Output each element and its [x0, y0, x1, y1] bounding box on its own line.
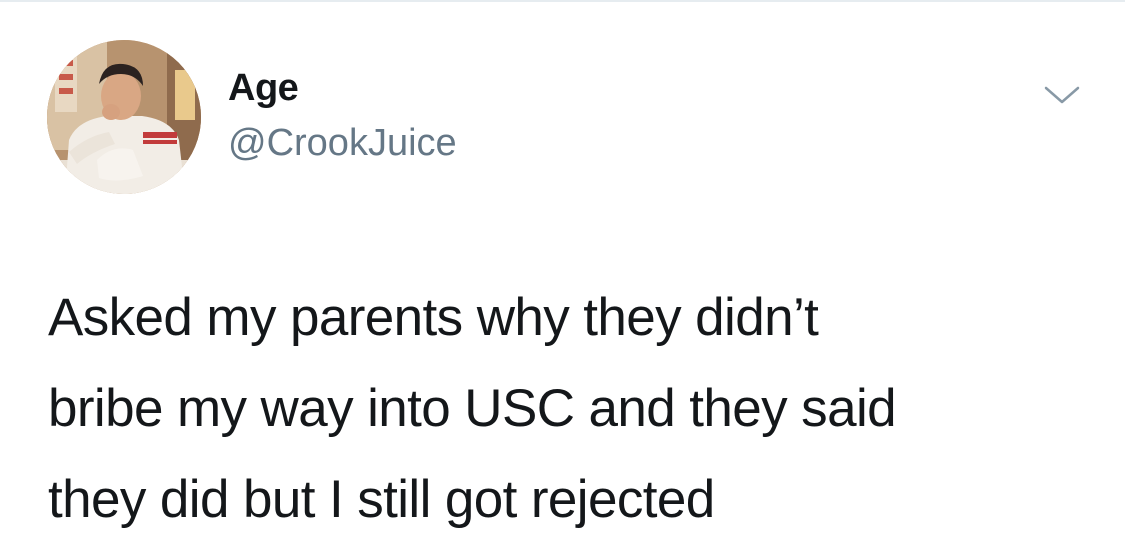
profile-photo: [47, 40, 201, 194]
tweet-text: Asked my parents why they didn’t bribe m…: [48, 272, 1098, 540]
avatar[interactable]: [47, 40, 201, 194]
display-name[interactable]: Age: [228, 66, 299, 110]
tweet-text-line: bribe my way into USC and they said: [48, 379, 897, 438]
user-handle[interactable]: @CrookJuice: [228, 121, 457, 165]
chevron-down-icon[interactable]: [1040, 80, 1084, 110]
tweet-text-line: they did but I still got rejected: [48, 470, 715, 529]
tweet-card: Age @CrookJuice Asked my parents why the…: [0, 0, 1125, 540]
tweet-text-line: Asked my parents why they didn’t: [48, 288, 819, 347]
